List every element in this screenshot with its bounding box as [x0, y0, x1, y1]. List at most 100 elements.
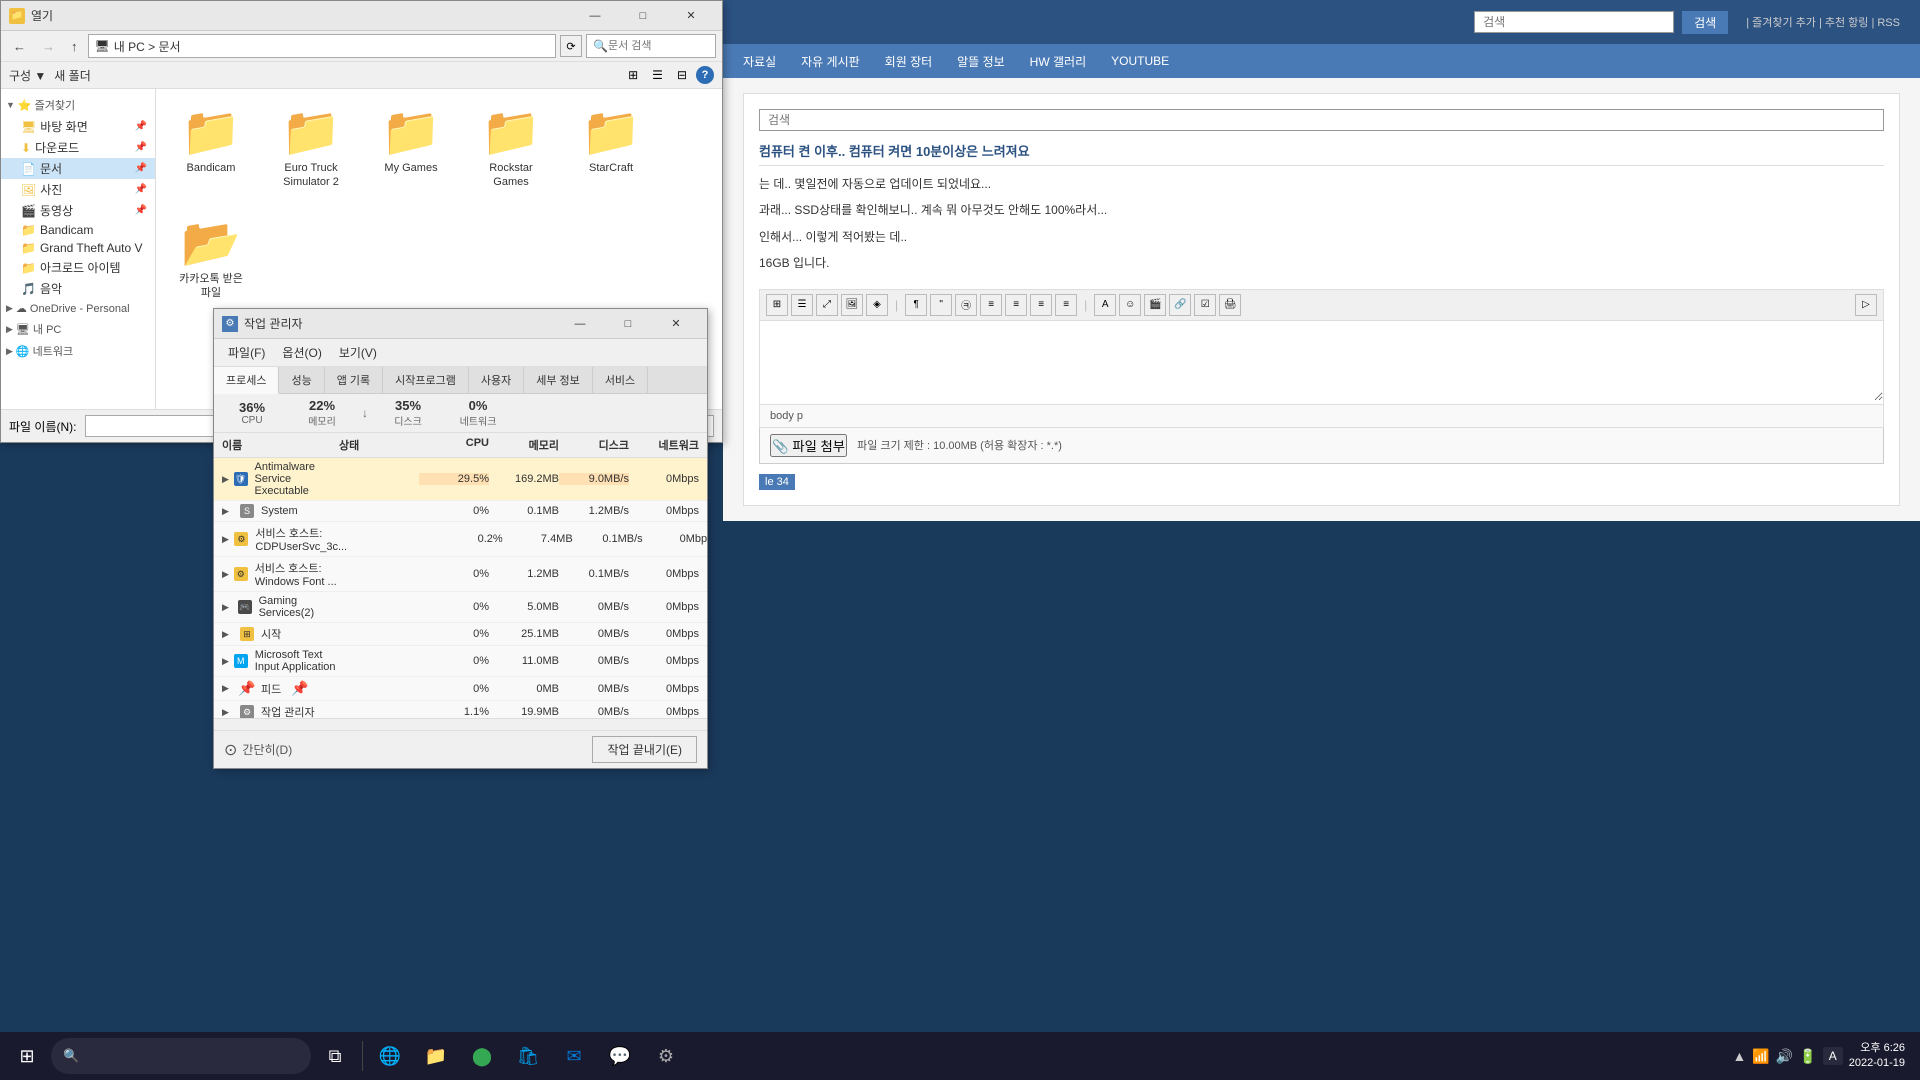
editor-align-justify[interactable]: ≡ — [1055, 294, 1077, 316]
explorer-refresh-btn[interactable]: ⟳ — [560, 35, 582, 57]
explorer-organize-btn[interactable]: 구성 ▼ — [9, 67, 46, 84]
explorer-forward-btn[interactable]: → — [36, 36, 61, 57]
tm-collapse-label[interactable]: 간단히(D) — [242, 741, 292, 758]
file-attach-button[interactable]: 📎 파일 첨부 — [770, 434, 847, 457]
expand-3[interactable]: ▶ — [222, 569, 230, 580]
editor-align-center[interactable]: ≡ — [1005, 294, 1027, 316]
explorer-close-btn[interactable]: ✕ — [668, 1, 714, 31]
taskbar-clock[interactable]: 오후 6:26 2022-01-19 — [1849, 1041, 1905, 1072]
tm-end-task-btn[interactable]: 작업 끝내기(E) — [592, 736, 697, 763]
tm-row-4[interactable]: ▶ 🎮 Gaming Services(2) 0% 5.0MB 0MB/s 0M… — [214, 592, 707, 623]
explorer-view-btn-2[interactable]: ☰ — [647, 65, 668, 85]
tm-tab-startup[interactable]: 시작프로그램 — [383, 367, 469, 393]
expand-1[interactable]: ▶ — [222, 506, 236, 517]
folder-rockstar[interactable]: 📁 Rockstar Games — [471, 104, 551, 195]
sidebar-network-header[interactable]: ▶ 🌐 네트워크 — [1, 340, 155, 362]
editor-align-right[interactable]: ≡ — [1030, 294, 1052, 316]
col-cpu[interactable]: CPU — [419, 437, 489, 453]
editor-num-list[interactable]: ㉪ — [955, 294, 977, 316]
explorer-view-btn-1[interactable]: ⊞ — [623, 65, 643, 85]
sidebar-item-music[interactable]: 🎵 음악 — [1, 278, 155, 299]
nav-item-5[interactable]: HW 갤러리 — [1030, 53, 1086, 70]
tm-row-system[interactable]: ▶ S System 0% 0.1MB 1.2MB/s 0Mbps — [214, 501, 707, 522]
website-search-button[interactable]: 검색 — [1682, 11, 1728, 34]
editor-expand-icon[interactable]: ⤢ — [816, 294, 838, 316]
editor-layout-icon[interactable]: ☰ — [791, 294, 813, 316]
tray-volume-icon[interactable]: 🔊 — [1776, 1048, 1793, 1065]
tray-network-icon[interactable]: 📶 — [1752, 1048, 1769, 1065]
website-search-input[interactable] — [1474, 11, 1674, 33]
tm-row-8[interactable]: ▶ ⚙ 작업 관리자 1.1% 19.9MB 0MB/s 0Mbps — [214, 701, 707, 718]
col-memory[interactable]: 메모리 — [489, 437, 559, 453]
sidebar-item-bandicam[interactable]: 📁 Bandicam — [1, 221, 155, 239]
tray-battery-icon[interactable]: 🔋 — [1799, 1048, 1816, 1065]
content-search-input[interactable] — [759, 109, 1884, 131]
taskbar-chat-btn[interactable]: 💬 — [598, 1034, 642, 1078]
reply-textarea[interactable] — [760, 321, 1883, 401]
explorer-search-input[interactable] — [608, 40, 708, 52]
language-indicator[interactable]: A — [1823, 1047, 1843, 1065]
sidebar-onedrive-header[interactable]: ▶ ☁ OneDrive - Personal — [1, 299, 155, 318]
explorer-up-btn[interactable]: ↑ — [65, 36, 84, 57]
taskbar-edge-btn[interactable]: 🌐 — [368, 1034, 412, 1078]
expand-6[interactable]: ▶ — [222, 656, 230, 667]
page-number[interactable]: le 34 — [759, 474, 795, 490]
tm-close-btn[interactable]: ✕ — [653, 309, 699, 339]
nav-item-3[interactable]: 회원 장터 — [885, 53, 933, 70]
sidebar-mypc-header[interactable]: ▶ 🖥 내 PC — [1, 318, 155, 340]
tm-tab-performance[interactable]: 성능 — [279, 367, 324, 393]
sidebar-item-downloads[interactable]: ⬇ 다운로드 📌 — [1, 137, 155, 158]
tm-row-2[interactable]: ▶ ⚙ 서비스 호스트: CDPUserSvc_3c... 0.2% 7.4MB… — [214, 522, 707, 557]
col-network[interactable]: 네트워크 — [629, 437, 699, 453]
tm-tab-details[interactable]: 세부 정보 — [524, 367, 593, 393]
editor-media[interactable]: 🎬 — [1144, 294, 1166, 316]
tm-menu-file[interactable]: 파일(F) — [222, 342, 271, 363]
sidebar-item-desktop[interactable]: 🖥 바탕 화면 📌 — [1, 116, 155, 137]
tm-tab-processes[interactable]: 프로세스 — [214, 367, 279, 394]
taskbar-explorer-btn[interactable]: 📁 — [414, 1034, 458, 1078]
editor-checkbox[interactable]: ☑ — [1194, 294, 1216, 316]
tm-row-antimalware[interactable]: ▶ 🛡 Antimalware Service Executable 29.5%… — [214, 458, 707, 501]
tm-tab-users[interactable]: 사용자 — [469, 367, 524, 393]
sidebar-item-videos[interactable]: 🎬 동영상 📌 — [1, 200, 155, 221]
folder-bandicam[interactable]: 📁 Bandicam — [171, 104, 251, 180]
expand-4[interactable]: ▶ — [222, 602, 234, 613]
editor-table-icon[interactable]: ⊞ — [766, 294, 788, 316]
sidebar-item-pictures[interactable]: 🖼 사진 📌 — [1, 179, 155, 200]
col-name[interactable]: 이름 — [222, 437, 339, 453]
explorer-view-btn-3[interactable]: ⊟ — [672, 65, 692, 85]
expand-0[interactable]: ▶ — [222, 474, 230, 485]
nav-item-6[interactable]: YOUTUBE — [1111, 54, 1169, 68]
tm-row-7[interactable]: ▶ 📌 피드 📌 0% 0MB 0MB/s 0Mbps — [214, 677, 707, 701]
taskbar-task-view-btn[interactable]: ⧉ — [313, 1034, 357, 1078]
folder-euro-truck[interactable]: 📁 Euro Truck Simulator 2 — [271, 104, 351, 195]
tm-menu-view[interactable]: 보기(V) — [333, 342, 383, 363]
folder-kakao[interactable]: 📂 카카오톡 받은 파일 — [171, 215, 251, 306]
tm-menu-options[interactable]: 옵션(O) — [276, 342, 327, 363]
tm-scrollbar[interactable] — [214, 718, 707, 730]
editor-img-icon[interactable]: 🖼 — [841, 294, 863, 316]
tm-collapse-area[interactable]: ⊙ 간단히(D) — [224, 740, 292, 760]
sidebar-quickaccess-header[interactable]: ▼ ⭐ 즐겨찾기 — [1, 94, 155, 116]
expand-5[interactable]: ▶ — [222, 629, 236, 640]
explorer-minimize-btn[interactable]: — — [572, 1, 618, 31]
taskbar-search-box[interactable]: 🔍 — [51, 1038, 311, 1074]
tm-tab-app-history[interactable]: 앱 기록 — [325, 367, 383, 393]
tm-row-6[interactable]: ▶ M Microsoft Text Input Application 0% … — [214, 646, 707, 677]
taskbar-chrome-btn[interactable]: ⬤ — [460, 1034, 504, 1078]
editor-emoji[interactable]: ☺ — [1119, 294, 1141, 316]
explorer-maximize-btn[interactable]: □ — [620, 1, 666, 31]
editor-print[interactable]: 🖨 — [1219, 294, 1241, 316]
explorer-help-btn[interactable]: ? — [696, 66, 714, 84]
tm-minimize-btn[interactable]: — — [557, 309, 603, 339]
tm-row-5[interactable]: ▶ ⊞ 시작 0% 25.1MB 0MB/s 0Mbps — [214, 623, 707, 646]
explorer-new-folder-btn[interactable]: 새 폴더 — [54, 67, 90, 84]
nav-item-4[interactable]: 알뜰 정보 — [957, 53, 1005, 70]
expand-2[interactable]: ▶ — [222, 534, 230, 545]
editor-link[interactable]: 🔗 — [1169, 294, 1191, 316]
tm-maximize-btn[interactable]: □ — [605, 309, 651, 339]
taskbar-mail-btn[interactable]: ✉ — [552, 1034, 596, 1078]
explorer-back-btn[interactable]: ← — [7, 36, 32, 57]
editor-format-icon[interactable]: ¶ — [905, 294, 927, 316]
taskbar-start-btn[interactable]: ⊞ — [5, 1034, 49, 1078]
